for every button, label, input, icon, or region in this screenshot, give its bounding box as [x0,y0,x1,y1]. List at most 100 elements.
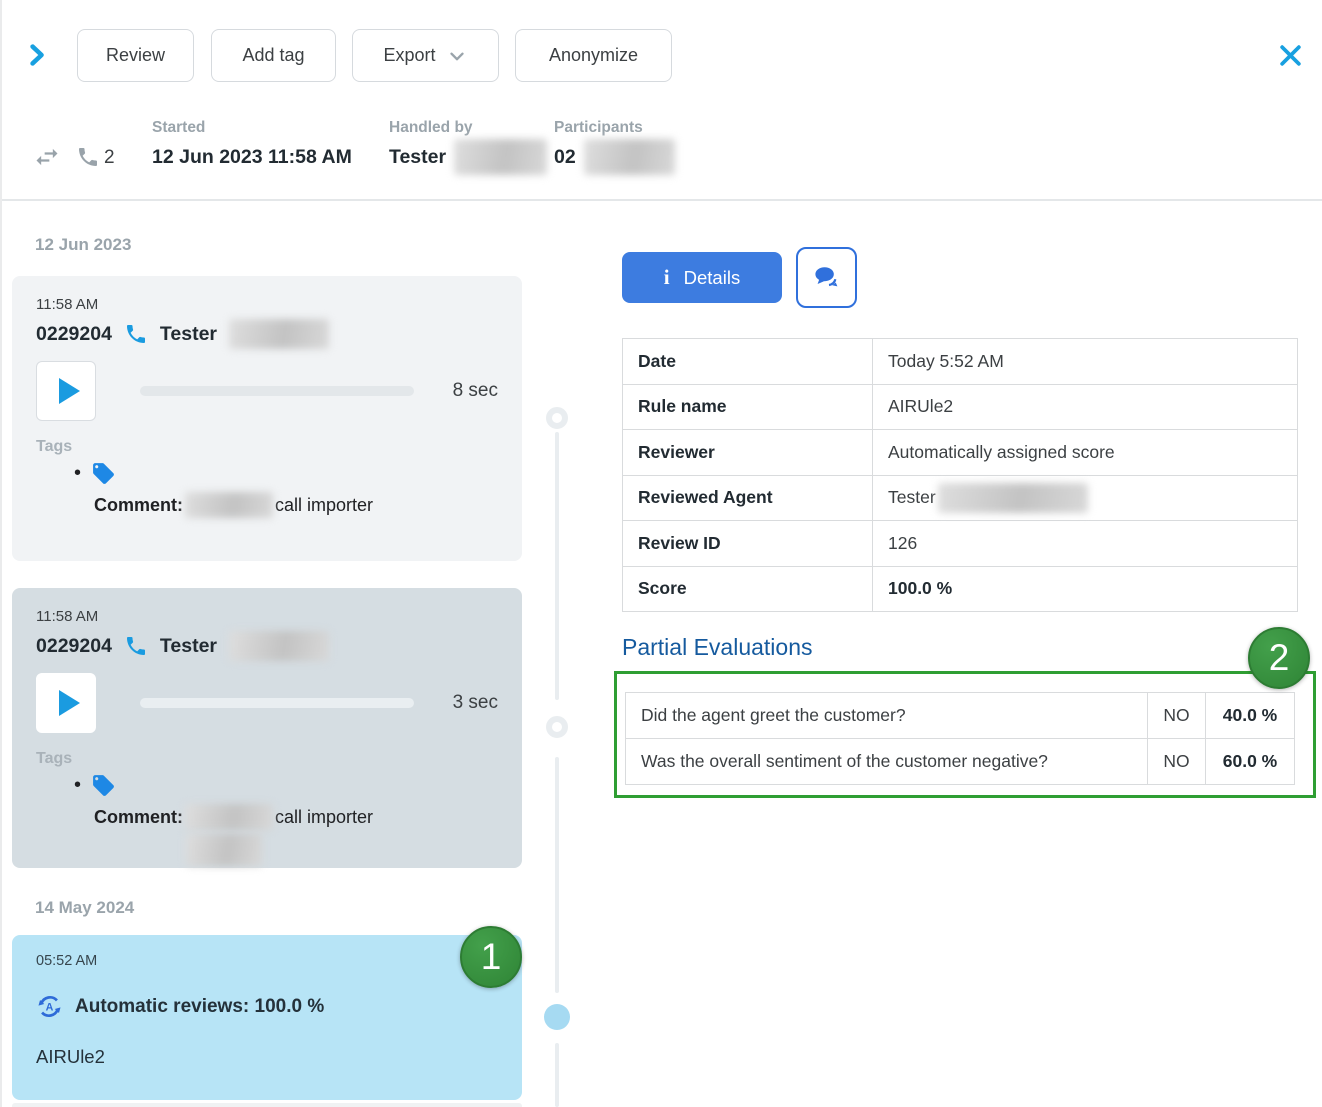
redacted-agent-name [229,631,329,661]
table-row: Was the overall sentiment of the custome… [626,739,1294,785]
timeline-rail [555,432,559,700]
started-label: Started [152,119,205,137]
call-number: 0229204 [36,635,112,658]
annotation-step-1-badge: 1 [460,926,522,988]
row-label: Reviewer [623,430,873,475]
timeline-node [546,407,568,429]
handled-by-value: Tester [389,146,446,169]
swap-horizontal-icon [33,143,61,171]
comment-text: call importer [275,807,373,827]
close-button[interactable] [1278,43,1303,71]
started-value: 12 Jun 2023 11:58 AM [152,146,352,169]
table-row: Reviewed Agent Tester [623,476,1297,522]
table-row: Review ID 126 [623,521,1297,567]
play-button[interactable] [36,361,96,421]
timeline-node [546,716,568,738]
annotation-step-2-badge: 2 [1248,627,1310,689]
redacted-participants [584,139,675,175]
partial-evaluations-heading: Partial Evaluations [622,634,813,661]
tag-bullet: • [74,462,81,485]
audio-progress-bar[interactable] [140,698,414,708]
annotation-highlight-rect: Did the agent greet the customer? NO 40.… [614,671,1316,798]
comment-text: call importer [275,495,373,515]
row-value: Automatically assigned score [873,430,1297,475]
row-value: AIRUle2 [873,385,1297,430]
play-button[interactable] [36,673,96,733]
evaluation-question: Was the overall sentiment of the custome… [626,739,1148,784]
call-card[interactable]: 11:58 AM 0229204 Tester 8 sec Tags • Com… [12,276,522,561]
row-label: Date [623,339,873,384]
play-icon [59,690,80,716]
call-card-selected[interactable]: 11:58 AM 0229204 Tester 3 sec Tags • Com… [12,588,522,868]
play-icon [59,378,80,404]
export-button[interactable]: Export [352,29,499,82]
timeline-node-active [544,1004,570,1030]
close-icon [1278,43,1303,68]
evaluation-question: Did the agent greet the customer? [626,693,1148,738]
tags-label: Tags [36,438,498,456]
timeline-date-group: 12 Jun 2023 [35,235,131,255]
call-time: 11:58 AM [36,608,498,625]
handled-by-label: Handled by [389,119,473,137]
add-tag-button[interactable]: Add tag [211,29,336,82]
expand-panel-button[interactable] [23,41,50,72]
phone-icon [124,634,148,658]
chevron-right-icon [23,41,50,69]
row-label: Score [623,567,873,612]
call-time: 11:58 AM [36,296,498,313]
timeline-rail [555,757,559,993]
chat-bubbles-icon [811,263,843,293]
auto-review-rule: AIRUle2 [36,1046,498,1068]
auto-review-card[interactable]: 05:52 AM A Automatic reviews: 100.0 % AI… [12,935,522,1100]
evaluation-score: 60.0 % [1206,739,1294,784]
info-icon: i [664,267,670,288]
tag-icon [91,773,116,798]
auto-review-icon: A [36,993,63,1020]
call-count: 2 [104,147,115,169]
chevron-down-icon [446,45,468,67]
table-row: Reviewer Automatically assigned score [623,430,1297,476]
phone-icon [124,322,148,346]
audio-progress-bar[interactable] [140,386,414,396]
redacted-comment-extra [186,834,262,866]
call-duration: 8 sec [453,380,498,402]
reviewed-agent-value: Tester [888,487,936,508]
timeline-date-group: 14 May 2024 [35,898,134,918]
header-divider [2,199,1322,201]
comment-label: Comment: [94,807,183,827]
export-button-label: Export [383,45,435,66]
redacted-comment [185,804,273,830]
anonymize-button-label: Anonymize [549,45,638,66]
evaluation-answer: NO [1148,693,1206,738]
call-duration: 3 sec [453,692,498,714]
row-value: Today 5:52 AM [873,339,1297,384]
details-button[interactable]: i Details [622,252,782,303]
table-row: Score 100.0 % [623,567,1297,613]
redacted-agent-name [229,319,329,349]
tags-label: Tags [36,750,498,768]
evaluation-answer: NO [1148,739,1206,784]
next-card-edge [12,1103,522,1107]
redacted-comment [185,492,273,518]
call-number: 0229204 [36,323,112,346]
row-value: 126 [873,521,1297,566]
row-label: Reviewed Agent [623,476,873,521]
table-row: Date Today 5:52 AM [623,339,1297,385]
tag-icon [91,461,116,486]
evaluation-score: 40.0 % [1206,693,1294,738]
row-label: Rule name [623,385,873,430]
anonymize-button[interactable]: Anonymize [515,29,672,82]
row-value: Tester [873,476,1297,521]
redacted-handled-by [454,139,547,175]
comment-button[interactable] [796,247,857,308]
agent-name: Tester [160,323,217,346]
review-button[interactable]: Review [77,29,194,82]
participants-value: 02 [554,146,576,169]
tag-bullet: • [74,774,81,797]
partial-evaluations-table: Did the agent greet the customer? NO 40.… [625,692,1295,785]
table-row: Rule name AIRUle2 [623,385,1297,431]
auto-review-title: Automatic reviews: 100.0 % [75,996,324,1018]
review-details-table: Date Today 5:52 AM Rule name AIRUle2 Rev… [622,338,1298,612]
review-time: 05:52 AM [36,953,498,969]
review-button-label: Review [106,45,165,66]
